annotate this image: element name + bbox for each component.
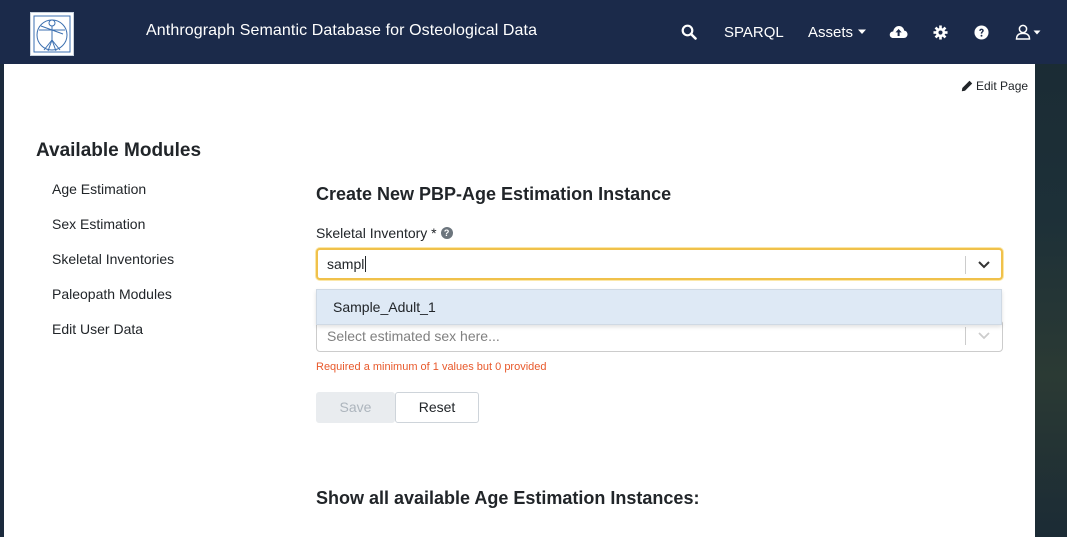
caret-down-icon bbox=[1033, 30, 1041, 34]
reset-button[interactable]: Reset bbox=[395, 392, 479, 423]
top-navbar: Anthrograph Semantic Database for Osteol… bbox=[0, 0, 1067, 64]
save-button[interactable]: Save bbox=[316, 392, 395, 423]
user-menu[interactable] bbox=[1015, 0, 1041, 64]
user-icon bbox=[1015, 24, 1031, 40]
skeletal-inventory-select[interactable]: sampl bbox=[316, 248, 1003, 280]
instances-heading: Show all available Age Estimation Instan… bbox=[316, 488, 700, 508]
question-circle-icon[interactable]: ? bbox=[440, 227, 453, 239]
cloud-upload-icon[interactable] bbox=[889, 0, 908, 64]
edit-page-link[interactable]: Edit Page bbox=[961, 79, 1028, 93]
chevron-down-icon[interactable] bbox=[977, 257, 991, 271]
skeletal-inventory-label-text: Skeletal Inventory * bbox=[316, 225, 437, 241]
gear-icon[interactable] bbox=[933, 0, 948, 64]
skeletal-inventory-input-text: sampl bbox=[327, 256, 365, 272]
question-circle-icon[interactable] bbox=[974, 0, 989, 64]
validation-error: Required a minimum of 1 values but 0 pro… bbox=[316, 361, 547, 373]
skeletal-inventory-dropdown: Sample_Adult_1 bbox=[316, 289, 1002, 325]
skeletal-inventory-input[interactable]: sampl bbox=[327, 256, 367, 272]
assets-label: Assets bbox=[808, 23, 854, 41]
site-logo[interactable] bbox=[30, 12, 74, 56]
search-icon[interactable] bbox=[681, 0, 697, 64]
text-cursor bbox=[365, 256, 367, 272]
select-separator bbox=[965, 327, 966, 345]
estimated-sex-placeholder: Select estimated sex here... bbox=[327, 328, 500, 344]
sidebar-item-edit-user-data[interactable]: Edit User Data bbox=[52, 321, 143, 337]
skeletal-inventory-label: Skeletal Inventory * ? bbox=[316, 225, 453, 241]
sidebar-title: Available Modules bbox=[36, 140, 202, 161]
form-title: Create New PBP-Age Estimation Instance bbox=[316, 184, 672, 204]
select-separator bbox=[965, 256, 966, 274]
dropdown-option-sample-adult-1[interactable]: Sample_Adult_1 bbox=[333, 299, 436, 315]
caret-down-icon bbox=[858, 29, 867, 34]
sparql-link[interactable]: SPARQL bbox=[724, 0, 784, 64]
sidebar-item-paleopath-modules[interactable]: Paleopath Modules bbox=[52, 286, 172, 302]
brand-title[interactable]: Anthrograph Semantic Database for Osteol… bbox=[146, 22, 537, 40]
sidebar-item-skeletal-inventories[interactable]: Skeletal Inventories bbox=[52, 251, 174, 267]
chevron-down-icon[interactable] bbox=[977, 328, 991, 342]
sidebar-item-sex-estimation[interactable]: Sex Estimation bbox=[52, 216, 145, 232]
pencil-icon bbox=[961, 80, 973, 92]
edit-page-label: Edit Page bbox=[976, 79, 1029, 93]
assets-dropdown[interactable]: Assets bbox=[808, 0, 867, 64]
sidebar-item-age-estimation[interactable]: Age Estimation bbox=[52, 181, 146, 197]
background-edge bbox=[1035, 0, 1067, 537]
